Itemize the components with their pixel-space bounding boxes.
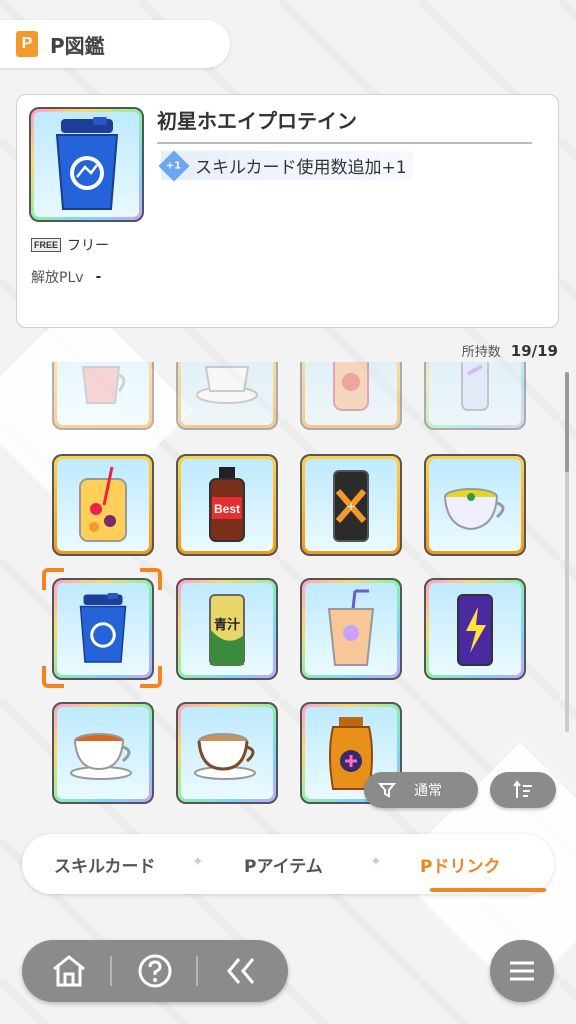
water-bottle-item[interactable]	[424, 362, 526, 430]
skill-card-plus-icon: +1	[158, 149, 190, 182]
fruit-juice-jar-item[interactable]	[52, 454, 154, 556]
black-can-item[interactable]: +	[300, 454, 402, 556]
herbal-tea-cup-item[interactable]	[424, 454, 526, 556]
owned-value: 19/19	[510, 342, 558, 360]
sort-button[interactable]	[490, 772, 556, 808]
water-bottle-icon	[461, 362, 489, 411]
back-button[interactable]	[218, 948, 264, 994]
coffee-cup-icon	[196, 366, 258, 404]
teacup-icon	[70, 733, 132, 780]
selection-corner-tr	[140, 568, 162, 590]
nav-divider	[196, 956, 198, 986]
free-badge-icon: FREE	[31, 238, 62, 252]
page-title-bar: P P図鑑	[0, 20, 230, 68]
tea-glass-icon	[81, 366, 126, 404]
help-button[interactable]	[132, 948, 178, 994]
nav-divider	[110, 956, 112, 986]
grid-scrollbar-thumb[interactable]	[565, 372, 569, 472]
filter-icon	[378, 783, 396, 798]
strawberry-milk-item[interactable]	[300, 362, 402, 430]
coffee-cup-item[interactable]	[176, 362, 278, 430]
tab-separator-icon: ✦	[370, 854, 382, 870]
tab-separator-icon: ✦	[192, 854, 204, 870]
sort-icon	[513, 780, 532, 798]
herbal-tea-icon	[444, 488, 505, 531]
tab-p-item[interactable]: Pアイテム	[244, 852, 323, 877]
tab-skill-card[interactable]: スキルカード	[54, 852, 156, 877]
iced-drink-cup-item[interactable]	[300, 578, 402, 680]
selection-corner-bl	[42, 666, 64, 688]
active-tab-indicator	[430, 888, 546, 892]
iced-cup-icon	[327, 589, 375, 666]
item-effect-text: スキルカード使用数追加+1	[195, 158, 407, 178]
protein-shaker-icon	[55, 116, 118, 210]
menu-icon	[510, 961, 534, 981]
latte-cup-item[interactable]	[176, 702, 278, 804]
owned-label: 所持数	[461, 345, 501, 360]
p-book-icon: P	[16, 31, 38, 57]
category-tab-bar: スキルカード ✦ Pアイテム ✦ Pドリンク	[22, 834, 554, 894]
free-label: フリー	[67, 238, 110, 254]
effect-icon-label: +1	[166, 160, 182, 171]
protein-shaker-icon	[79, 593, 127, 663]
selection-corner-br	[140, 666, 162, 688]
menu-button[interactable]	[490, 940, 554, 1002]
unlock-value: -	[95, 269, 102, 285]
bottle-label: Best	[214, 502, 240, 516]
vitamin-bottle-icon: Best	[209, 467, 245, 542]
svg-text:+: +	[347, 498, 355, 514]
selection-corner-tl	[42, 568, 64, 590]
lightning-can-item[interactable]	[424, 578, 526, 680]
item-effect: +1 スキルカード使用数追加+1	[158, 149, 413, 182]
filter-label: 通常	[414, 783, 442, 799]
can-label: 青汁	[214, 617, 240, 633]
item-name: 初星ホエイプロテイン	[157, 105, 532, 144]
juice-jar-icon	[79, 466, 127, 542]
unlock-row: 解放PLv -	[31, 267, 101, 287]
milk-bottle-icon	[333, 362, 369, 411]
black-can-icon: +	[333, 470, 369, 542]
home-icon	[53, 955, 85, 987]
filter-button[interactable]: 通常	[364, 772, 478, 808]
owned-count: 所持数 19/19	[462, 341, 558, 360]
fruit-tea-cup-item[interactable]	[52, 362, 154, 430]
bottom-navigation	[22, 940, 288, 1002]
lightning-can-icon	[457, 594, 493, 666]
back-icon	[227, 958, 255, 984]
whey-protein-shaker-item[interactable]	[52, 578, 154, 680]
aojiru-can-item[interactable]: 青汁	[176, 578, 278, 680]
item-detail-card: 初星ホエイプロテイン +1 スキルカード使用数追加+1 FREE フリー 解放P…	[16, 94, 559, 328]
tab-p-drink[interactable]: Pドリンク	[420, 852, 500, 877]
aojiru-can-icon: 青汁	[209, 594, 245, 666]
item-grid: Best + 青汁	[0, 362, 560, 812]
home-button[interactable]	[46, 948, 92, 994]
free-row: FREE フリー	[31, 235, 109, 255]
page-title: P図鑑	[50, 33, 105, 58]
help-icon	[138, 954, 172, 988]
item-detail-thumbnail	[29, 107, 144, 222]
energy-drink-bottle-item[interactable]: Best	[176, 454, 278, 556]
unlock-label: 解放PLv	[31, 270, 84, 286]
latte-icon	[194, 733, 256, 780]
tea-cup-item[interactable]	[52, 702, 154, 804]
